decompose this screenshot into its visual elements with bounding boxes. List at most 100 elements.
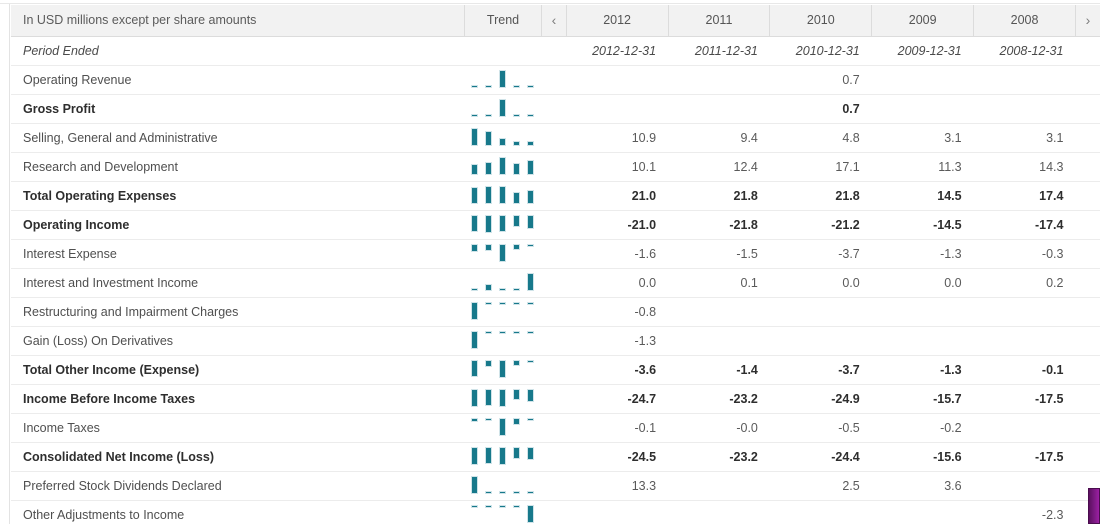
sparkline-bar — [471, 389, 478, 407]
row-trend-sparkline — [464, 384, 541, 413]
row-value-2012 — [566, 500, 668, 524]
row-value-2012 — [566, 94, 668, 123]
row-value-2010: -24.9 — [770, 384, 872, 413]
sparkline-bar — [485, 85, 492, 88]
row-trend-sparkline — [464, 65, 541, 94]
header-year-2008[interactable]: 2008 — [974, 5, 1076, 36]
row-label: Gain (Loss) On Derivatives — [11, 326, 464, 355]
row-value-2010: -21.2 — [770, 210, 872, 239]
sparkline-bar — [513, 491, 520, 494]
sparkline-bar — [499, 70, 506, 88]
header-row: In USD millions except per share amounts… — [11, 5, 1100, 36]
sparkline-bar — [499, 157, 506, 175]
table-row: Income Taxes-0.1-0.0-0.5-0.2 — [11, 413, 1100, 442]
header-year-2009[interactable]: 2009 — [872, 5, 974, 36]
row-value-2009 — [872, 500, 974, 524]
sparkline-bar — [471, 418, 478, 422]
left-gutter — [0, 0, 10, 524]
table-body: Period Ended 2012-12-31 2011-12-31 2010-… — [11, 36, 1100, 524]
row-value-2009: -15.6 — [872, 442, 974, 471]
sparkline-bar — [527, 141, 534, 146]
table-row: Total Other Income (Expense)-3.6-1.4-3.7… — [11, 355, 1100, 384]
row-value-2009 — [872, 297, 974, 326]
sparkline-bar — [485, 186, 492, 204]
sparkline-bar — [485, 360, 492, 367]
row-value-2008 — [974, 471, 1076, 500]
row-value-2009: 3.1 — [872, 123, 974, 152]
sparkline-bar — [527, 190, 534, 204]
sparkline-bar — [471, 128, 478, 146]
sparkline-bar — [513, 85, 520, 88]
table-row: Operating Income-21.0-21.8-21.2-14.5-17.… — [11, 210, 1100, 239]
row-value-2008: 14.3 — [974, 152, 1076, 181]
row-trend-sparkline — [464, 297, 541, 326]
row-nav-spacer — [542, 500, 566, 524]
sparkline-bar — [471, 288, 478, 291]
sparkline-bar — [527, 331, 534, 334]
sparkline-bar — [527, 505, 534, 523]
sparkline-bar — [485, 418, 492, 421]
row-value-2010 — [770, 326, 872, 355]
sparkline-bar — [499, 302, 506, 305]
sparkline-bar — [485, 505, 492, 508]
header-year-2012[interactable]: 2012 — [566, 5, 668, 36]
row-value-2009: 11.3 — [872, 152, 974, 181]
period-value-2009: 2009-12-31 — [872, 36, 974, 65]
sparkline-bar — [471, 505, 478, 508]
row-value-2012: -1.3 — [566, 326, 668, 355]
row-value-2010 — [770, 297, 872, 326]
row-value-2011: 21.8 — [668, 181, 770, 210]
header-year-2011[interactable]: 2011 — [668, 5, 770, 36]
row-value-2010: 17.1 — [770, 152, 872, 181]
prev-period-button[interactable]: ‹ — [542, 5, 566, 36]
sparkline-bar — [471, 215, 478, 232]
sparkline-bar — [471, 244, 478, 252]
period-value-2011: 2011-12-31 — [668, 36, 770, 65]
row-trend-sparkline — [464, 326, 541, 355]
table-row: Consolidated Net Income (Loss)-24.5-23.2… — [11, 442, 1100, 471]
row-value-2011: 12.4 — [668, 152, 770, 181]
row-trend-sparkline — [464, 442, 541, 471]
row-value-2011 — [668, 500, 770, 524]
row-value-2010: 0.7 — [770, 94, 872, 123]
row-value-2008: -2.3 — [974, 500, 1076, 524]
sparkline-bar — [499, 505, 506, 508]
period-ended-label: Period Ended — [11, 36, 464, 65]
row-trend-sparkline — [464, 413, 541, 442]
row-value-2010: -3.7 — [770, 355, 872, 384]
vertical-scrollbar-thumb[interactable] — [1088, 488, 1100, 524]
row-value-2009 — [872, 94, 974, 123]
table-row: Selling, General and Administrative10.99… — [11, 123, 1100, 152]
row-value-2010: 4.8 — [770, 123, 872, 152]
row-value-2009: 0.0 — [872, 268, 974, 297]
header-year-2010[interactable]: 2010 — [770, 5, 872, 36]
sparkline-bar — [485, 131, 492, 146]
row-value-2009: 3.6 — [872, 471, 974, 500]
row-value-2009: -0.2 — [872, 413, 974, 442]
sparkline-bar — [499, 389, 506, 407]
row-value-2009: -1.3 — [872, 355, 974, 384]
table-row: Restructuring and Impairment Charges-0.8 — [11, 297, 1100, 326]
row-value-2012: 10.1 — [566, 152, 668, 181]
table-row: Gross Profit0.7 — [11, 94, 1100, 123]
row-value-2008: -0.1 — [974, 355, 1076, 384]
sparkline-bar — [499, 447, 506, 465]
sparkline-bar — [527, 215, 534, 229]
row-value-2011: 9.4 — [668, 123, 770, 152]
sparkline-bar — [499, 215, 506, 232]
table-row: Interest and Investment Income0.00.10.00… — [11, 268, 1100, 297]
top-gutter — [0, 0, 1100, 4]
sparkline-bar — [499, 418, 506, 436]
sparkline-bar — [471, 447, 478, 465]
row-label: Selling, General and Administrative — [11, 123, 464, 152]
row-value-2008: 3.1 — [974, 123, 1076, 152]
sparkline-bar — [527, 447, 534, 460]
row-value-2010: -0.5 — [770, 413, 872, 442]
sparkline-bar — [527, 389, 534, 402]
vertical-scrollbar-track[interactable] — [1088, 0, 1100, 524]
sparkline-bar — [471, 187, 478, 204]
row-nav-spacer — [542, 384, 566, 413]
table-row: Interest Expense-1.6-1.5-3.7-1.3-0.3 — [11, 239, 1100, 268]
row-trend-sparkline — [464, 268, 541, 297]
row-nav-spacer — [542, 413, 566, 442]
